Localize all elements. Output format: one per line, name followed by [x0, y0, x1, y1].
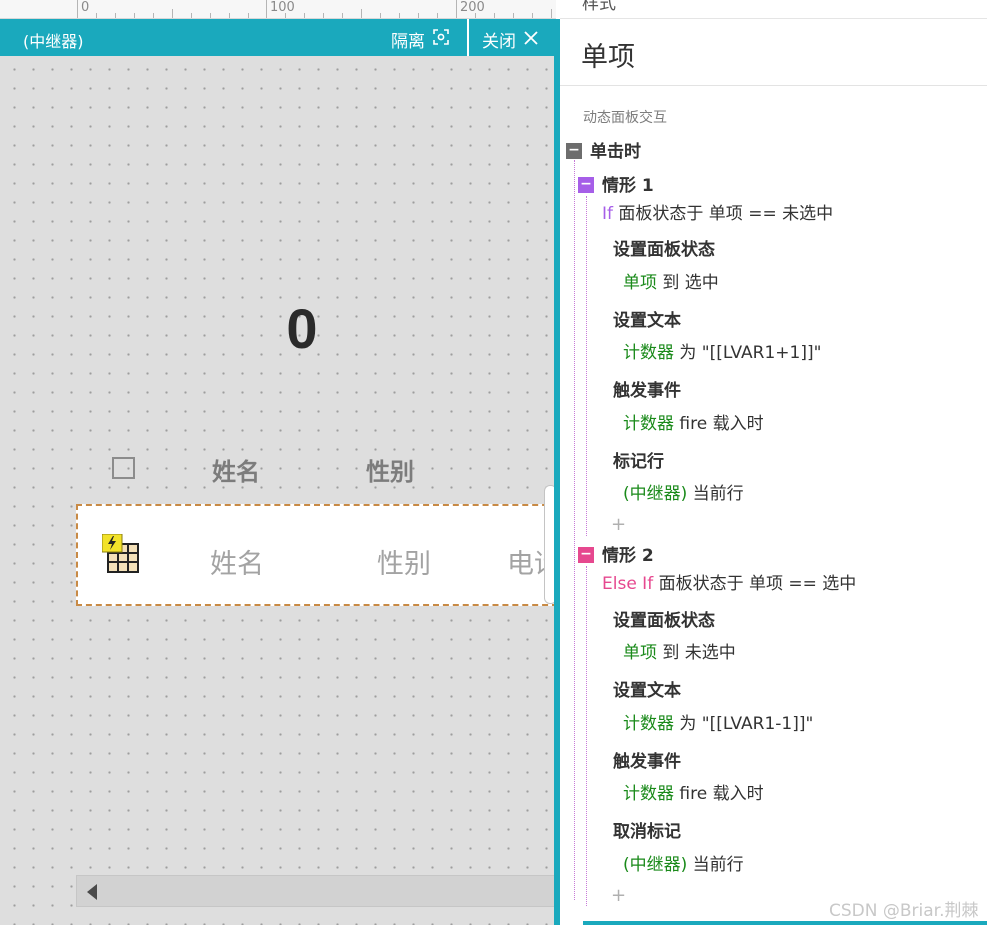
case1-tree-line: [586, 196, 587, 536]
case1-action2-detail[interactable]: 计数器 为 "[[LVAR1+1]]": [623, 342, 821, 364]
case2-action4-detail[interactable]: (中继器) 当前行: [623, 854, 744, 876]
close-icon: [524, 30, 538, 50]
case1-action1-name[interactable]: 设置面板状态: [613, 239, 715, 261]
case2-tree-line: [586, 566, 587, 906]
case2-cond-text: 面板状态于 单项 == 选中: [658, 574, 857, 594]
case1-action1-detail[interactable]: 单项 到 选中: [623, 272, 719, 294]
scroll-left-icon[interactable]: [87, 884, 97, 900]
collapse-event-icon[interactable]: −: [566, 143, 582, 159]
ruler-label-100: 100: [270, 0, 295, 15]
bar-divider: [467, 19, 469, 56]
ruler-label-0: 0: [81, 0, 90, 15]
case1-action4-desc: 当前行: [692, 484, 744, 504]
horizontal-scrollbar[interactable]: [76, 875, 556, 907]
repeater-icon[interactable]: [101, 533, 140, 574]
case1-cond-keyword: If: [602, 204, 613, 224]
close-label: 关闭: [482, 32, 516, 52]
case2-add-action-button[interactable]: +: [611, 885, 626, 906]
event-tree-line: [574, 160, 575, 900]
row-gender-cell: 性别: [377, 549, 431, 580]
case2-action3-detail[interactable]: 计数器 fire 载入时: [623, 783, 764, 805]
case2-action3-target: 计数器: [623, 784, 674, 804]
counter-text[interactable]: 0: [250, 296, 354, 361]
watermark: CSDN @Briar.荆棘: [829, 901, 979, 921]
case2-action1-name[interactable]: 设置面板状态: [613, 610, 715, 632]
case1-cond-text: 面板状态于 单项 == 未选中: [618, 204, 834, 224]
isolate-icon: [433, 29, 449, 50]
case2-action1-detail[interactable]: 单项 到 未选中: [623, 642, 736, 664]
repeater-title: (中继器): [23, 32, 84, 51]
case2-action4-name[interactable]: 取消标记: [613, 821, 681, 843]
select-all-checkbox[interactable]: [112, 457, 135, 479]
design-canvas[interactable]: [0, 56, 556, 925]
isolate-label: 隔离: [391, 32, 425, 52]
repeater-edit-bar: (中继器) 隔离 关闭: [0, 19, 556, 56]
case2-action3-name[interactable]: 触发事件: [613, 751, 681, 773]
case1-condition[interactable]: If 面板状态于 单项 == 未选中: [602, 203, 833, 225]
collapse-case2-icon[interactable]: −: [578, 547, 594, 563]
case1-action2-name[interactable]: 设置文本: [613, 310, 681, 332]
case2-action2-desc: 为 "[[LVAR1-1]]": [679, 714, 814, 734]
panel-bottom-accent: [583, 921, 987, 925]
case2-action2-target: 计数器: [623, 714, 674, 734]
case2-action2-detail[interactable]: 计数器 为 "[[LVAR1-1]]": [623, 713, 813, 735]
style-tab-label: 样式: [582, 0, 616, 14]
case2-action3-desc: fire 载入时: [679, 784, 764, 804]
case2-condition[interactable]: Else If 面板状态于 单项 == 选中: [602, 573, 856, 595]
close-button[interactable]: 关闭: [482, 27, 538, 52]
header-gender: 性别: [366, 458, 414, 486]
style-tab[interactable]: 样式: [560, 0, 987, 19]
case1-action1-desc: 到 选中: [662, 273, 719, 293]
case2-cond-keyword: Else If: [602, 574, 654, 594]
panel-title: 单项: [581, 42, 635, 73]
row-name-cell: 姓名: [210, 549, 264, 580]
case1-action2-target: 计数器: [623, 343, 674, 363]
case2-action4-desc: 当前行: [692, 855, 744, 875]
header-name: 姓名: [212, 458, 260, 486]
case1-action3-name[interactable]: 触发事件: [613, 380, 681, 402]
case1-action3-desc: fire 载入时: [679, 414, 764, 434]
ruler-label-200: 200: [460, 0, 485, 15]
interaction-panel: 样式 单项 动态面板交互 − 单击时 − 情形 1 If 面板状态于 单项 ==…: [560, 0, 987, 925]
case2-action2-name[interactable]: 设置文本: [613, 680, 681, 702]
event-onclick[interactable]: 单击时: [590, 141, 641, 163]
case2-action1-target: 单项: [623, 643, 657, 663]
case1-action3-detail[interactable]: 计数器 fire 载入时: [623, 413, 764, 435]
collapse-case1-icon[interactable]: −: [578, 177, 594, 193]
case1-action4-name[interactable]: 标记行: [613, 451, 664, 473]
repeater-item-row[interactable]: 姓名 性别 电话: [76, 504, 558, 606]
case1-action3-target: 计数器: [623, 414, 674, 434]
panel-divider: [560, 85, 987, 86]
case1-action1-target: 单项: [623, 273, 657, 293]
case2-action4-target: (中继器): [623, 855, 688, 875]
horizontal-ruler: 0 100 200: [0, 0, 556, 19]
case2-label[interactable]: 情形 2: [602, 545, 654, 567]
isolate-button[interactable]: 隔离: [391, 27, 449, 52]
case1-action4-detail[interactable]: (中继器) 当前行: [623, 483, 744, 505]
case2-action1-desc: 到 未选中: [662, 643, 736, 663]
case1-label[interactable]: 情形 1: [602, 175, 654, 197]
section-label: 动态面板交互: [583, 110, 667, 126]
case1-action2-desc: 为 "[[LVAR1+1]]": [679, 343, 822, 363]
case1-action4-target: (中继器): [623, 484, 688, 504]
case1-add-action-button[interactable]: +: [611, 514, 626, 535]
